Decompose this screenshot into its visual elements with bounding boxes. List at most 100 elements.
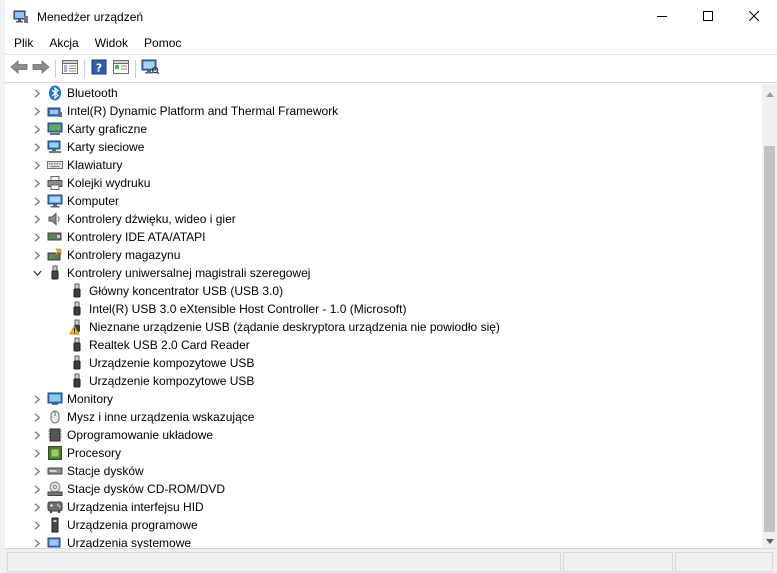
menu-file[interactable]: Plik [5,33,41,53]
expand-chevron-right-icon[interactable] [31,516,43,534]
title-bar[interactable]: Menedżer urządzeń [5,0,777,33]
network-adapter-icon [47,139,63,155]
tree-item-label: Oprogramowanie układowe [67,428,214,442]
update-driver-button[interactable] [110,58,132,80]
expand-chevron-right-icon[interactable] [31,408,43,426]
processor-icon [47,445,63,461]
tree-category-klawiatury[interactable]: Klawiatury [5,156,762,174]
expand-chevron-right-icon[interactable] [31,210,43,228]
expand-chevron-right-icon[interactable] [31,192,43,210]
toolbar-separator [55,59,56,78]
tree-category-urzadzenia-programowe[interactable]: Urządzenia programowe [5,516,762,534]
device-manager-icon [13,9,29,25]
mouse-icon [47,409,63,425]
scroll-thumb[interactable] [764,146,775,532]
tree-category-karty-graficzne[interactable]: Karty graficzne [5,120,762,138]
tree-category-komputer[interactable]: Komputer [5,192,762,210]
tree-category-kontrolery-uniwersalnej-magistrali-szeregowej[interactable]: Kontrolery uniwersalnej magistrali szere… [5,264,762,282]
expand-chevron-right-icon[interactable] [31,174,43,192]
tree-category-oprogramowanie-ukladowe[interactable]: Oprogramowanie układowe [5,426,762,444]
tree-item-label: Stacje dysków CD-ROM/DVD [67,482,226,496]
toolbar-separator [135,59,136,78]
tree-device-item[interactable]: Nieznane urządzenie USB (żądanie deskryp… [5,318,762,336]
tree-category-mysz-i-inne-urzadzenia-wskazujace[interactable]: Mysz i inne urządzenia wskazujące [5,408,762,426]
device-tree[interactable]: Bluetooth Intel(R) Dynamic Platform and T… [5,84,762,548]
tree-item-label: Komputer [67,194,120,208]
back-button[interactable] [8,58,30,80]
usb-plug-icon [69,283,85,299]
expand-chevron-right-icon[interactable] [31,138,43,156]
tree-category-kontrolery-magazynu[interactable]: Kontrolery magazynu [5,246,762,264]
tree-device-item[interactable]: Intel(R) USB 3.0 eXtensible Host Control… [5,300,762,318]
system-device-icon [47,535,63,548]
minimize-button[interactable] [639,0,685,33]
disk-drive-icon [47,463,63,479]
close-button[interactable] [731,0,777,33]
expand-chevron-right-icon[interactable] [31,246,43,264]
tree-category-monitory[interactable]: Monitory [5,390,762,408]
tree-item-label: Bluetooth [67,86,118,100]
expand-chevron-right-icon[interactable] [31,228,43,246]
tree-category-kontrolery-dzwieku-wideo-i-gier[interactable]: Kontrolery dźwięku, wideo i gier [5,210,762,228]
tree-item-label: Nieznane urządzenie USB (żądanie deskryp… [89,320,500,334]
tree-category-intel-r-dynamic-platform-and-thermal-framework[interactable]: Intel(R) Dynamic Platform and Thermal Fr… [5,102,762,120]
tree-category-kontrolery-ide-ata-atapi[interactable]: Kontrolery IDE ATA/ATAPI [5,228,762,246]
expand-chevron-right-icon[interactable] [31,462,43,480]
toolbar-separator [84,59,85,78]
tree-category-kolejki-wydruku[interactable]: Kolejki wydruku [5,174,762,192]
status-pane-secondary [563,552,673,572]
scroll-down-button[interactable] [762,531,777,548]
computer-icon [47,193,63,209]
expand-chevron-right-icon[interactable] [31,444,43,462]
usb-plug-icon [69,301,85,317]
expand-chevron-right-icon[interactable] [31,84,43,102]
properties-button[interactable] [59,58,81,80]
tree-item-label: Kolejki wydruku [67,176,151,190]
tree-item-label: Monitory [67,392,114,406]
maximize-button[interactable] [685,0,731,33]
expand-chevron-down-icon[interactable] [31,264,43,282]
tree-item-label: Klawiatury [67,158,123,172]
speaker-icon [47,211,63,227]
expand-chevron-right-icon[interactable] [31,534,43,548]
scroll-up-button[interactable] [762,84,777,101]
status-bar [5,548,777,573]
tree-item-label: Kontrolery magazynu [67,248,181,262]
expand-chevron-right-icon[interactable] [31,120,43,138]
expand-chevron-right-icon[interactable] [31,480,43,498]
tree-category-bluetooth[interactable]: Bluetooth [5,84,762,102]
menu-action[interactable]: Akcja [41,33,86,53]
expand-chevron-right-icon[interactable] [31,390,43,408]
scroll-down-icon [765,533,774,547]
help-icon: ? [91,59,107,78]
tree-category-urzadzenia-systemowe[interactable]: Urządzenia systemowe [5,534,762,548]
printer-icon [47,175,63,191]
scan-hardware-button[interactable] [139,58,161,80]
usb-plug-icon [69,337,85,353]
expand-chevron-right-icon[interactable] [31,102,43,120]
menu-help[interactable]: Pomoc [136,33,189,53]
svg-text:?: ? [96,62,102,75]
tree-device-item[interactable]: Realtek USB 2.0 Card Reader [5,336,762,354]
tree-category-stacje-dyskow-cd-rom-dvd[interactable]: Stacje dysków CD-ROM/DVD [5,480,762,498]
expand-chevron-right-icon[interactable] [31,498,43,516]
properties-icon [62,60,78,77]
back-arrow-icon [10,60,28,77]
vertical-scrollbar[interactable] [762,84,777,548]
help-button[interactable]: ? [88,58,110,80]
tree-device-item[interactable]: Urządzenie kompozytowe USB [5,354,762,372]
forward-arrow-icon [32,60,50,77]
forward-button[interactable] [30,58,52,80]
tree-device-item[interactable]: Główny koncentrator USB (USB 3.0) [5,282,762,300]
tree-item-label: Urządzenia programowe [67,518,198,532]
expand-chevron-right-icon[interactable] [31,156,43,174]
software-device-icon [47,517,63,533]
tree-category-urzadzenia-interfejsu-hid[interactable]: Urządzenia interfejsu HID [5,498,762,516]
menu-view[interactable]: Widok [87,33,136,53]
tree-item-label: Kontrolery uniwersalnej magistrali szere… [67,266,311,280]
tree-device-item[interactable]: Urządzenie kompozytowe USB [5,372,762,390]
tree-category-procesory[interactable]: Procesory [5,444,762,462]
expand-chevron-right-icon[interactable] [31,426,43,444]
tree-category-stacje-dyskow[interactable]: Stacje dysków [5,462,762,480]
tree-category-karty-sieciowe[interactable]: Karty sieciowe [5,138,762,156]
